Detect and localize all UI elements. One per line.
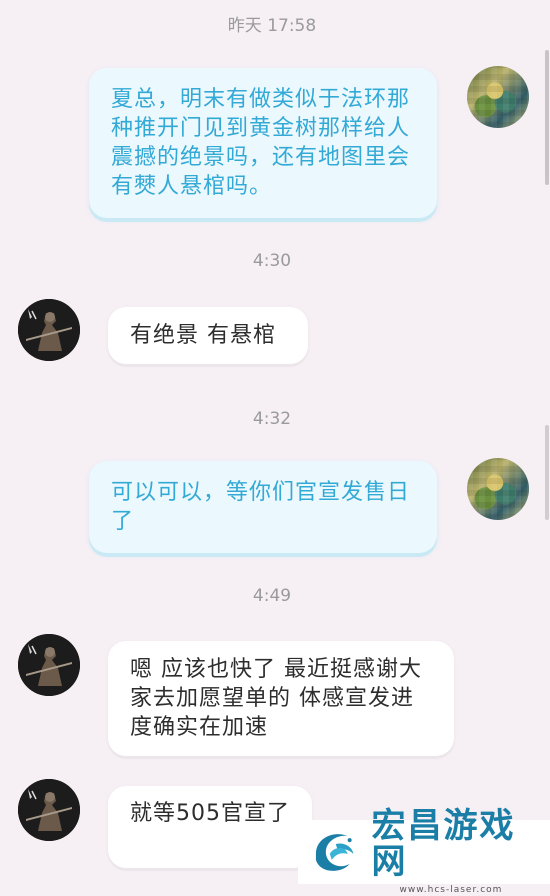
message-bubble-received[interactable]: 就等505官宣了 xyxy=(108,786,312,868)
watermark-title: 宏昌游戏网 xyxy=(371,806,516,882)
timestamp: 4:30 xyxy=(252,251,292,271)
watermark-url: www.hcs-laser.com xyxy=(399,885,503,895)
user-avatar[interactable] xyxy=(467,66,529,128)
message-bubble-sent[interactable]: 夏总，明末有做类似于法环那种推开门见到黄金树那样给人震撼的绝景吗，还有地图里会有… xyxy=(89,68,437,218)
user-avatar[interactable] xyxy=(467,458,529,520)
watermark-logo: 宏昌游戏网 www.hcs-laser.com xyxy=(298,808,550,895)
message-bubble-received[interactable]: 嗯 应该也快了 最近挺感谢大家去加愿望单的 体感宣发进度确实在加速 xyxy=(108,641,454,756)
timestamp: 4:32 xyxy=(252,409,292,429)
developer-avatar[interactable] xyxy=(18,779,80,841)
message-bubble-received[interactable]: 有绝景 有悬棺 xyxy=(108,307,308,364)
timestamp: 4:49 xyxy=(252,586,292,606)
warrior-portrait-icon xyxy=(18,299,80,361)
dragon-logo-icon xyxy=(315,834,354,871)
warrior-portrait-icon xyxy=(18,779,80,841)
timestamp: 昨天 17:58 xyxy=(227,16,317,36)
developer-avatar[interactable] xyxy=(18,634,80,696)
warrior-portrait-icon xyxy=(18,634,80,696)
scrollbar-thumb[interactable] xyxy=(545,50,549,185)
scrollbar-thumb[interactable] xyxy=(545,425,549,520)
message-bubble-sent[interactable]: 可以可以，等你们官宣发售日了 xyxy=(89,461,437,553)
developer-avatar[interactable] xyxy=(18,299,80,361)
